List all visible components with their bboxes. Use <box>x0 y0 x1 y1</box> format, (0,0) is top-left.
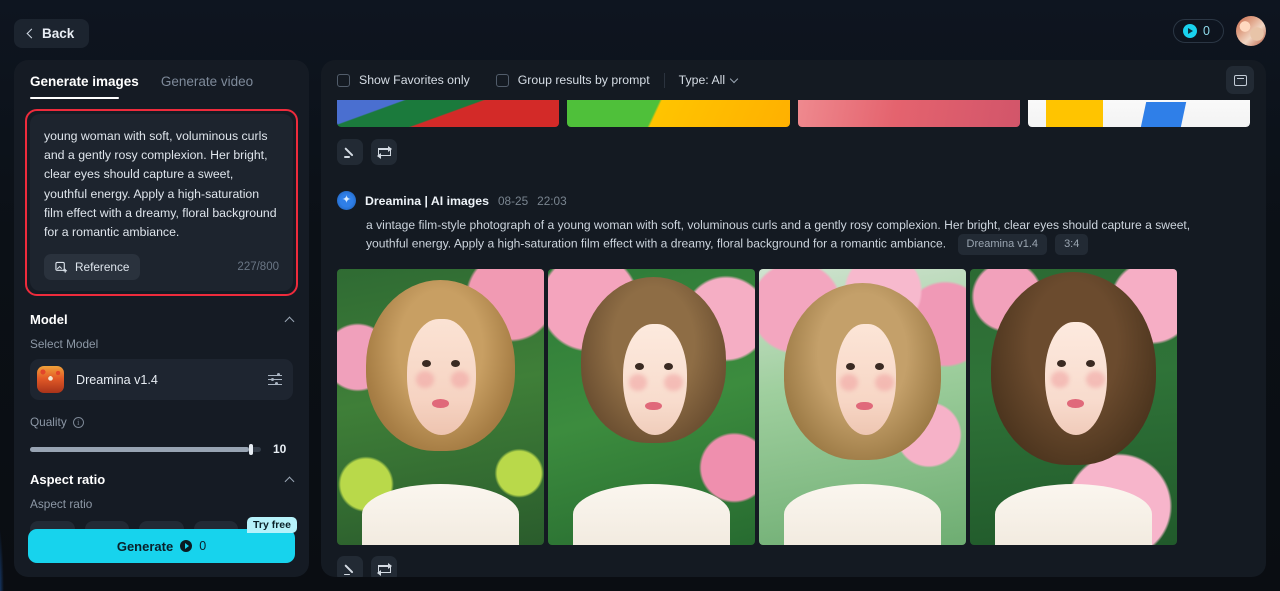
try-free-badge: Try free <box>247 517 297 533</box>
type-filter-dropdown[interactable]: Type: All <box>678 73 739 87</box>
dreamina-logo-icon <box>337 191 356 210</box>
result-image-2[interactable] <box>548 269 755 546</box>
group-by-prompt-label: Group results by prompt <box>517 73 650 87</box>
loop-arrows-icon <box>376 145 392 159</box>
checkbox-icon <box>337 73 350 87</box>
top-bar: Back 0 <box>0 0 1280 66</box>
filter-bar: Show Favorites only Group results by pro… <box>321 60 1266 100</box>
quality-header: Quality i <box>30 415 293 429</box>
quality-value: 10 <box>273 442 287 457</box>
top-right-controls: 0 <box>1173 16 1266 46</box>
regenerate-button[interactable] <box>371 556 397 577</box>
prompt-input[interactable]: young woman with soft, voluminous curls … <box>30 114 293 292</box>
brand-name: Dreamina | AI images <box>365 193 489 208</box>
image-plus-icon <box>55 261 68 273</box>
char-counter: 227/800 <box>237 261 279 274</box>
checkbox-icon <box>495 73 509 87</box>
credits-badge[interactable]: 0 <box>1173 19 1224 43</box>
info-icon[interactable]: i <box>72 416 84 428</box>
select-model-label: Select Model <box>30 337 99 352</box>
back-button[interactable]: Back <box>14 19 90 48</box>
tab-generate-video[interactable]: Generate video <box>161 74 253 99</box>
quality-slider-knob[interactable] <box>249 443 254 455</box>
chevron-up-icon[interactable] <box>284 316 295 326</box>
results-scroll-area[interactable]: Dreamina | AI images 08-25 22:03 a vinta… <box>321 100 1266 577</box>
chevron-down-icon <box>729 74 739 83</box>
result-image-3[interactable] <box>759 269 966 546</box>
result-image-4[interactable] <box>970 269 1177 546</box>
edit-button[interactable] <box>337 139 363 165</box>
previous-result-images[interactable] <box>337 100 1250 127</box>
aspect-section-header: Aspect ratio <box>30 472 295 488</box>
chevron-up-icon[interactable] <box>284 476 295 486</box>
generate-area: Try free Generate 0 <box>28 517 297 563</box>
loop-arrows-icon <box>376 562 392 576</box>
quality-label: Quality <box>30 415 67 430</box>
model-section-header: Model <box>30 312 295 328</box>
chevron-left-icon <box>26 28 37 39</box>
show-favorites-label: Show Favorites only <box>359 73 470 87</box>
sliders-icon[interactable] <box>268 373 282 386</box>
result-date: 08-25 <box>497 193 529 208</box>
right-panel: Show Favorites only Group results by pro… <box>321 60 1266 577</box>
previous-result-actions <box>337 139 1250 165</box>
result-actions <box>337 556 1250 577</box>
result-thumbnail[interactable] <box>567 100 790 127</box>
result-header: Dreamina | AI images 08-25 22:03 <box>337 191 1250 210</box>
credits-count: 0 <box>1203 24 1210 38</box>
tag-model: Dreamina v1.4 <box>957 234 1048 256</box>
regenerate-button[interactable] <box>371 139 397 165</box>
archive-button[interactable] <box>1226 66 1254 94</box>
left-panel: Generate images Generate video young wom… <box>14 60 309 577</box>
aspect-ratio-label: Aspect ratio <box>30 497 93 512</box>
back-button-label: Back <box>42 26 75 41</box>
show-favorites-checkbox[interactable]: Show Favorites only <box>337 73 470 87</box>
prompt-highlight-frame: young woman with soft, voluminous curls … <box>25 109 298 297</box>
tag-aspect-ratio: 3:4 <box>1055 234 1089 256</box>
coin-icon <box>1183 24 1198 38</box>
reference-button[interactable]: Reference <box>44 254 141 281</box>
model-name: Dreamina v1.4 <box>76 372 158 387</box>
result-prompt-block: a vintage film-style photograph of a you… <box>366 216 1206 256</box>
generate-button[interactable]: Generate 0 <box>28 529 295 563</box>
coin-icon <box>180 540 193 552</box>
pencil-icon <box>344 563 357 576</box>
model-section: Model Select Model Dreamina v1.4 Quality… <box>14 312 309 456</box>
active-tab-underline <box>30 97 119 99</box>
type-filter-label: Type: All <box>678 73 726 87</box>
divider <box>663 72 665 88</box>
aspect-section-title: Aspect ratio <box>30 472 106 488</box>
result-thumbnail[interactable] <box>797 100 1020 127</box>
model-thumbnail <box>37 366 64 394</box>
avatar[interactable] <box>1236 16 1266 46</box>
result-image-1[interactable] <box>337 269 544 546</box>
tab-generate-images[interactable]: Generate images <box>30 74 139 99</box>
model-section-title: Model <box>30 312 68 328</box>
folder-icon <box>1233 74 1247 86</box>
result-image-grid <box>337 269 1250 546</box>
result-time: 22:03 <box>537 193 567 208</box>
quality-slider[interactable] <box>30 443 261 455</box>
pencil-icon <box>344 146 357 159</box>
prompt-text: young woman with soft, voluminous curls … <box>44 129 281 239</box>
panel-tabs: Generate images Generate video <box>14 60 309 99</box>
quality-slider-fill <box>30 446 250 452</box>
quality-slider-row: 10 <box>30 442 293 456</box>
edit-button[interactable] <box>337 556 363 577</box>
prompt-footer: Reference 227/800 <box>44 254 279 281</box>
generate-button-label: Generate <box>116 538 174 554</box>
result-thumbnail[interactable] <box>337 100 560 127</box>
group-by-prompt-checkbox[interactable]: Group results by prompt <box>495 73 650 87</box>
result-tags: Dreamina v1.4 3:4 <box>957 234 1089 256</box>
reference-button-label: Reference <box>75 260 130 275</box>
generate-cost: 0 <box>199 539 207 553</box>
result-thumbnail[interactable] <box>1027 100 1250 127</box>
model-selector[interactable]: Dreamina v1.4 <box>30 359 293 401</box>
